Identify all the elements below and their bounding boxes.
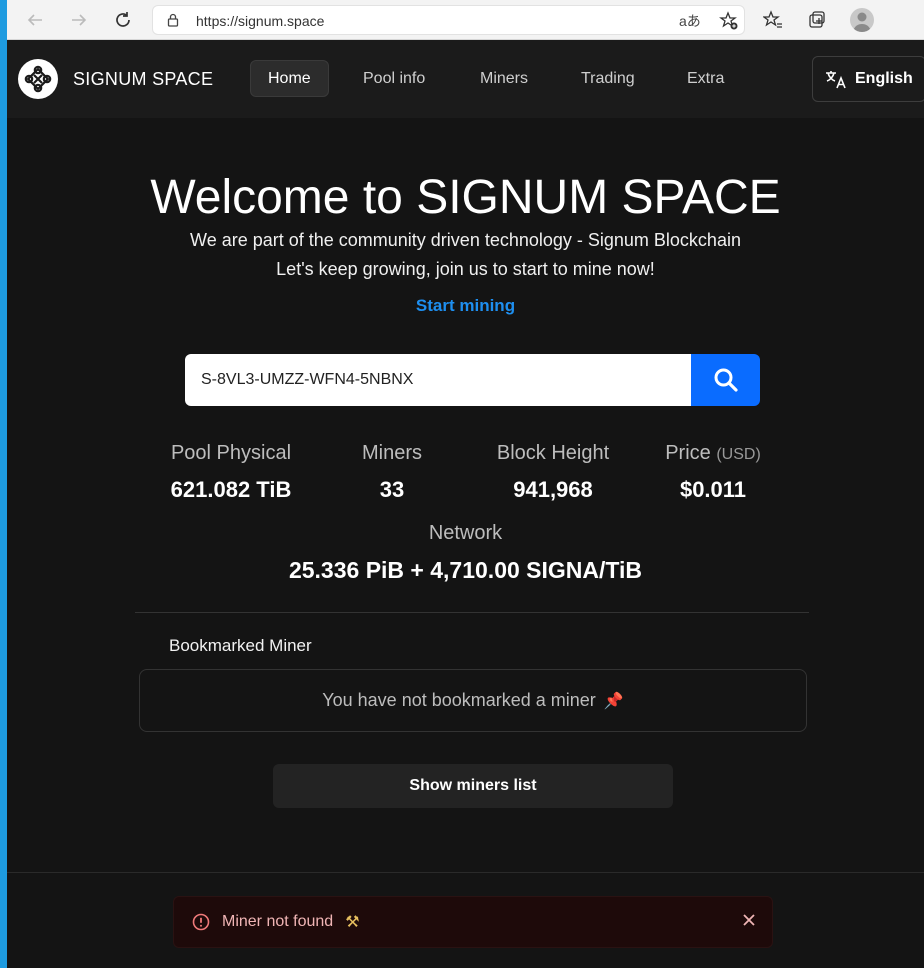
lock-icon: [167, 13, 179, 32]
stat-price: Price (USD) $0.011: [643, 442, 783, 503]
collections-icon: [809, 11, 825, 28]
arrow-right-icon: [72, 14, 87, 26]
close-icon: [743, 914, 755, 926]
language-button[interactable]: English: [812, 56, 924, 102]
stat-network-value: 25.336 PiB + 4,710.00 SIGNA/TiB: [288, 557, 643, 583]
address-bar[interactable]: https://signum.space aあ: [152, 5, 745, 35]
favorites-icon: [763, 10, 782, 28]
stat-block-height: Block Height 941,968: [467, 442, 639, 503]
site-header: SIGNUM SPACE Home Pool info Miners Tradi…: [7, 40, 924, 118]
nav-extra[interactable]: Extra: [670, 60, 741, 97]
nav-miners[interactable]: Miners: [463, 60, 545, 97]
search-button[interactable]: [691, 354, 760, 406]
refresh-icon: [116, 12, 130, 27]
nav-trading[interactable]: Trading: [564, 60, 652, 97]
section-divider: [135, 612, 809, 613]
user-icon: [853, 12, 871, 32]
stat-block-height-label: Block Height: [496, 442, 610, 464]
hammer-pick-icon: ⚒: [345, 914, 360, 931]
stat-price-label: Price (USD): [665, 442, 761, 464]
stat-pool-physical-label: Pool Physical: [170, 442, 292, 464]
profile-avatar[interactable]: [850, 8, 874, 32]
stat-miners-label: Miners: [361, 442, 422, 464]
arrow-left-icon: [27, 14, 42, 26]
show-miners-list-button[interactable]: Show miners list: [273, 764, 673, 808]
main-content: Welcome to SIGNUM SPACE We are part of t…: [7, 118, 924, 968]
stat-pool-physical: Pool Physical 621.082 TiB: [141, 442, 321, 503]
stat-miners: Miners 33: [337, 442, 447, 503]
stat-miners-value: 33: [379, 477, 405, 502]
search-icon: [714, 368, 738, 392]
add-favorite-icon[interactable]: [719, 11, 739, 36]
nav-home[interactable]: Home: [250, 60, 329, 97]
url-text: https://signum.space: [196, 13, 325, 29]
pushpin-icon: 📌: [603, 692, 624, 710]
start-mining-link[interactable]: Start mining: [7, 296, 924, 316]
forward-button[interactable]: [65, 6, 93, 34]
close-toast-button[interactable]: [742, 913, 756, 932]
stat-network: Network 25.336 PiB + 4,710.00 SIGNA/TiB: [7, 522, 924, 584]
miner-search-input[interactable]: [185, 354, 691, 406]
toast-message: Miner not found: [222, 913, 334, 930]
bookmarked-miner-box: You have not bookmarked a miner 📌: [139, 669, 807, 732]
error-icon: [192, 913, 210, 931]
stat-block-height-value: 941,968: [513, 477, 593, 502]
browser-toolbar: https://signum.space aあ: [7, 0, 924, 40]
stat-pool-physical-value: 621.082 TiB: [170, 477, 292, 502]
hero-subtitle-1: We are part of the community driven tech…: [190, 230, 741, 250]
stat-price-value: $0.011: [679, 477, 747, 502]
hero-subtitle-2: Let's keep growing, join us to start to …: [276, 259, 655, 279]
stat-network-label: Network: [428, 522, 503, 544]
translate-icon: [826, 71, 846, 89]
nav-pool-info[interactable]: Pool info: [346, 60, 442, 97]
read-aloud-icon[interactable]: aあ: [679, 11, 701, 31]
signum-logo-icon[interactable]: [18, 59, 58, 99]
footer-divider: [7, 872, 924, 873]
favorites-button[interactable]: [761, 8, 785, 32]
left-accent-strip: [0, 0, 7, 968]
collections-button[interactable]: [805, 8, 829, 32]
refresh-button[interactable]: [109, 6, 137, 34]
error-toast: Miner not found ⚒: [173, 896, 773, 948]
back-button[interactable]: [21, 6, 49, 34]
stat-price-unit: (USD): [716, 446, 761, 463]
bookmarked-miner-empty-text: You have not bookmarked a miner: [322, 690, 596, 710]
miner-search: [185, 354, 760, 406]
language-label: English: [855, 70, 913, 87]
hero-title: Welcome to SIGNUM SPACE: [150, 171, 781, 224]
bookmarked-miner-title: Bookmarked Miner: [169, 636, 312, 655]
brand-name[interactable]: SIGNUM SPACE: [73, 69, 213, 90]
